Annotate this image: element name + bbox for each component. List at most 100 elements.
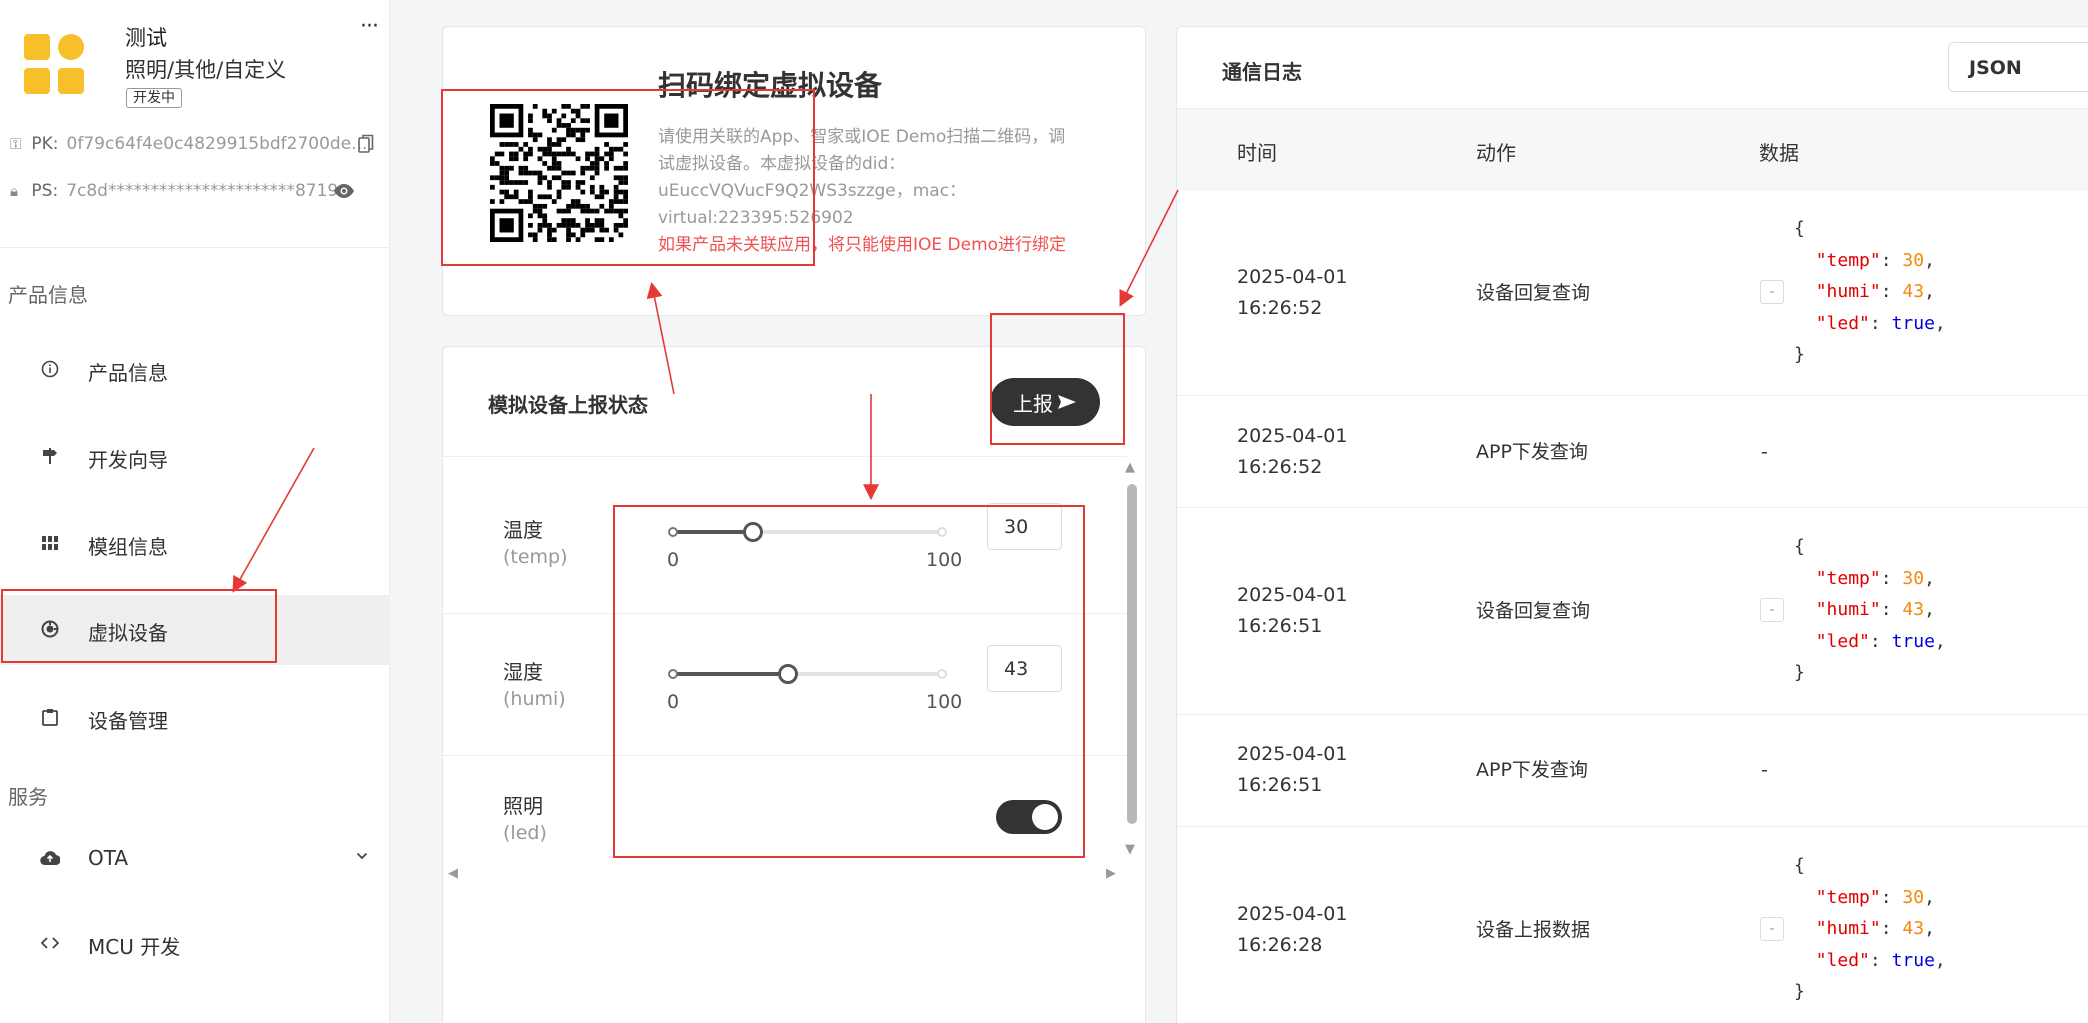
simulator-title: 模拟设备上报状态 <box>488 393 648 417</box>
log-row-time: 2025-04-01 16:26:52 <box>1237 425 1348 478</box>
slider-thumb[interactable] <box>778 664 799 684</box>
status-badge: 开发中 <box>126 88 182 108</box>
product-logo <box>24 34 86 96</box>
log-table-header: 时间 动作 数据 <box>1177 108 2088 190</box>
field-divider <box>443 755 1127 756</box>
sidebar-divider <box>0 247 390 248</box>
ps-label: PS: <box>31 181 59 201</box>
vertical-scrollbar[interactable]: ▲ ▼ <box>1125 460 1139 860</box>
log-row-action: APP下发查询 <box>1476 759 1588 781</box>
product-category: 照明/其他/自定义 <box>125 58 287 82</box>
chevron-down-icon <box>356 852 368 860</box>
slider-min-label: 0 <box>667 549 680 571</box>
scrollbar-thumb[interactable] <box>1127 484 1137 824</box>
field-name-humi: 湿度 <box>503 660 543 684</box>
column-header-time: 时间 <box>1237 141 1277 165</box>
report-button-label: 上报 <box>1013 391 1053 416</box>
section-title-services: 服务 <box>8 785 48 809</box>
sidebar-item-label: 模组信息 <box>88 535 168 559</box>
log-row-action: APP下发查询 <box>1476 441 1588 463</box>
send-icon <box>1058 395 1076 409</box>
column-header-action: 动作 <box>1476 141 1516 165</box>
field-name-led: 照明 <box>503 794 543 818</box>
scroll-up-icon[interactable]: ▲ <box>1125 460 1135 475</box>
sidebar-item-label: 设备管理 <box>88 709 168 733</box>
ps-row: 🔒︎ PS: 7c8d**********************8719 <box>10 181 338 201</box>
log-row-action: 设备上报数据 <box>1476 919 1591 941</box>
sidebar-item-mcu-dev[interactable]: MCU 开发 <box>0 909 390 979</box>
more-icon[interactable]: ··· <box>360 14 379 39</box>
log-row-data-empty: - <box>1761 759 1768 781</box>
temp-slider[interactable] <box>668 520 947 544</box>
sidebar-item-virtual-device[interactable]: 虚拟设备 <box>0 595 390 665</box>
humi-value-input[interactable] <box>987 645 1062 692</box>
pk-label: PK: <box>31 134 59 154</box>
info-icon <box>40 359 60 379</box>
sidebar-item-product-info[interactable]: 产品信息 <box>0 335 390 405</box>
sidebar-item-dev-guide[interactable]: 开发向导 <box>0 422 390 492</box>
scroll-left-icon[interactable]: ◀ <box>448 866 458 881</box>
grid-icon <box>40 533 60 553</box>
signpost-icon <box>40 446 60 466</box>
field-name-temp: 温度 <box>503 518 543 542</box>
log-row-divider <box>1177 826 2088 827</box>
cloud-upload-icon <box>40 848 60 868</box>
slider-max-label: 100 <box>926 691 963 713</box>
json-collapse-button[interactable]: - <box>1760 917 1784 941</box>
log-row-json: { "temp": 30, "humi": 43, "led": true, } <box>1794 855 1946 1002</box>
clipboard-icon <box>40 707 60 727</box>
log-row-data-empty: - <box>1761 441 1768 463</box>
scroll-right-icon[interactable]: ▶ <box>1106 866 1116 881</box>
log-row-action: 设备回复查询 <box>1476 600 1591 622</box>
log-title: 通信日志 <box>1222 60 1302 84</box>
qr-panel-title: 扫码绑定虚拟设备 <box>658 69 883 102</box>
sidebar-item-label: 产品信息 <box>88 361 168 385</box>
log-row-divider <box>1177 507 2088 508</box>
humi-slider[interactable] <box>668 662 947 686</box>
led-toggle[interactable] <box>996 800 1062 834</box>
key-icon: ⚿ <box>10 135 22 153</box>
log-row-time: 2025-04-01 16:26:51 <box>1237 584 1348 637</box>
ps-value: 7c8d**********************8719 <box>66 181 339 201</box>
log-row-time: 2025-04-01 16:26:52 <box>1237 266 1348 319</box>
log-row-json: { "temp": 30, "humi": 43, "led": true, } <box>1794 218 1946 365</box>
slider-thumb[interactable] <box>743 522 763 542</box>
report-button[interactable]: 上报 <box>990 378 1100 426</box>
field-divider <box>443 613 1127 614</box>
field-id-humi: (humi) <box>503 688 566 710</box>
sidebar-item-label: OTA <box>88 846 129 870</box>
virtual-device-icon <box>40 619 60 639</box>
copy-icon[interactable] <box>358 134 374 154</box>
pk-row: ⚿ PK: 0f79c64f4e0c4829915bdf2700de... <box>10 134 367 154</box>
format-select[interactable]: JSON <box>1948 42 2088 92</box>
scroll-down-icon[interactable]: ▼ <box>1125 842 1135 857</box>
toggle-knob <box>1032 804 1058 830</box>
sidebar-item-label: 开发向导 <box>88 448 168 472</box>
field-id-temp: (temp) <box>503 546 568 568</box>
log-row-time: 2025-04-01 16:26:28 <box>1237 903 1348 956</box>
log-row-divider <box>1177 714 2088 715</box>
lock-icon: 🔒︎ <box>10 182 18 200</box>
horizontal-scrollbar[interactable]: ◀ ▶ <box>448 866 1124 886</box>
sidebar: 测试 照明/其他/自定义 开发中 ··· ⚿ PK: 0f79c64f4e0c48… <box>0 0 390 1023</box>
section-title-product: 产品信息 <box>8 283 88 307</box>
temp-value-input[interactable] <box>987 503 1062 550</box>
slider-min-label: 0 <box>667 691 680 713</box>
slider-max-label: 100 <box>926 549 963 571</box>
product-name: 测试 <box>125 26 167 50</box>
sidebar-item-label: MCU 开发 <box>88 935 181 959</box>
qr-code[interactable] <box>490 104 628 242</box>
sidebar-item-ota[interactable]: OTA <box>0 824 390 894</box>
json-collapse-button[interactable]: - <box>1760 598 1784 622</box>
log-row-action: 设备回复查询 <box>1476 282 1591 304</box>
sidebar-item-label: 虚拟设备 <box>88 621 168 645</box>
json-collapse-button[interactable]: - <box>1760 280 1784 304</box>
sidebar-item-module-info[interactable]: 模组信息 <box>0 509 390 579</box>
log-row-json: { "temp": 30, "humi": 43, "led": true, } <box>1794 536 1946 683</box>
sidebar-item-device-management[interactable]: 设备管理 <box>0 683 390 753</box>
code-icon <box>40 933 60 953</box>
qr-panel-warning: 如果产品未关联应用，将只能使用IOE Demo进行绑定 <box>658 235 1067 255</box>
eye-icon[interactable] <box>333 183 355 199</box>
simulator-divider <box>443 456 1127 457</box>
log-row-time: 2025-04-01 16:26:51 <box>1237 743 1348 796</box>
